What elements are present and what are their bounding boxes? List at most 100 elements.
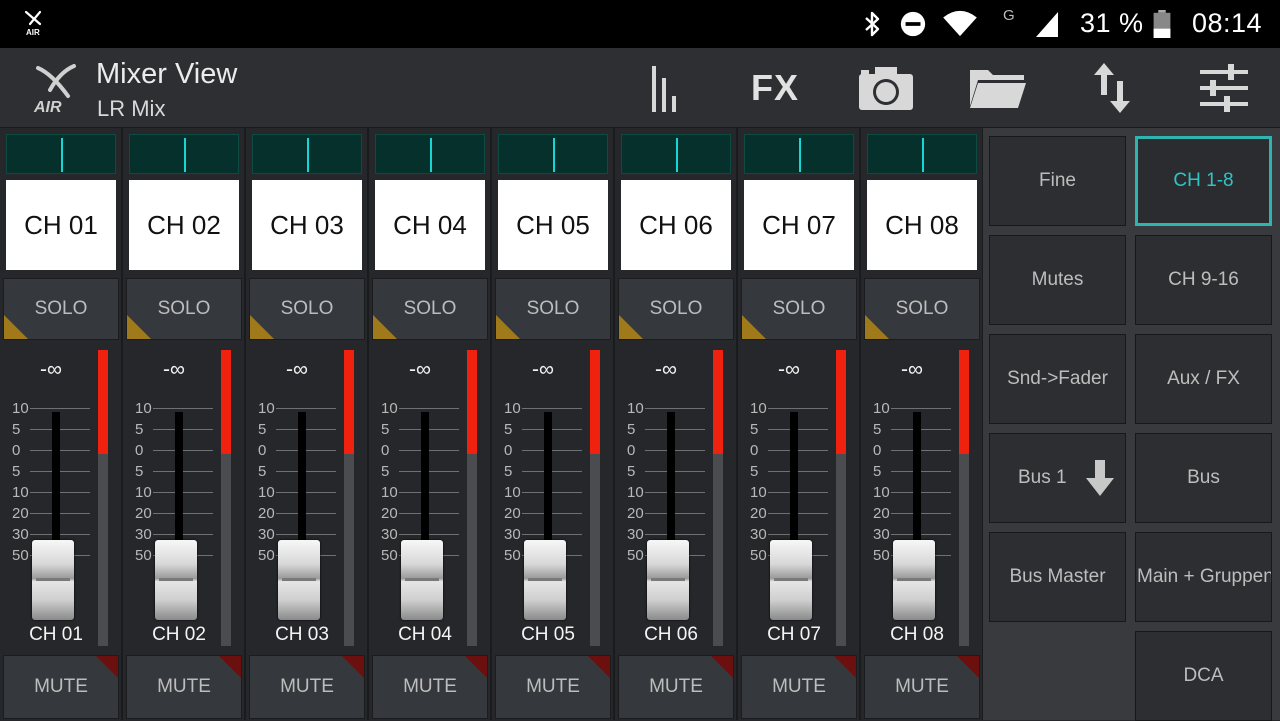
bus-master-button[interactable]: Bus Master	[989, 532, 1126, 622]
mute-indicator	[957, 656, 979, 678]
pan-indicator	[307, 138, 309, 172]
mute-button[interactable]: MUTE	[372, 655, 488, 719]
channel-strip: CH 04 SOLO -∞ 10 5 0 5 10 20 30 50 CH 04…	[369, 128, 492, 720]
scale-tick-label: 0	[135, 442, 144, 459]
settings-button[interactable]	[1194, 60, 1254, 116]
pan-meter[interactable]	[252, 134, 362, 174]
channel-name-box[interactable]: CH 06	[621, 180, 731, 270]
scale-tick-label: 30	[504, 526, 521, 543]
scale-tick-line	[768, 534, 828, 535]
pan-indicator	[799, 138, 801, 172]
fader-area: -∞ 10 5 0 5 10 20	[615, 346, 738, 652]
scale-tick-line	[768, 492, 828, 493]
scale-tick-line	[768, 429, 828, 430]
pan-meter[interactable]	[129, 134, 239, 174]
scale-tick-line	[399, 492, 459, 493]
channel-name-box[interactable]: CH 02	[129, 180, 239, 270]
pan-meter[interactable]	[621, 134, 731, 174]
fader-knob-grip	[651, 578, 685, 581]
solo-button[interactable]: SOLO	[126, 278, 242, 340]
mute-button[interactable]: MUTE	[495, 655, 611, 719]
solo-button[interactable]: SOLO	[741, 278, 857, 340]
channel-strip: CH 08 SOLO -∞ 10 5 0 5 10 20 30 50 CH 08…	[861, 128, 984, 720]
solo-label: SOLO	[157, 298, 211, 319]
scale-tick-line	[645, 492, 705, 493]
level-meter-peak	[959, 350, 969, 454]
channel-name-box[interactable]: CH 01	[6, 180, 116, 270]
sync-button[interactable]	[1082, 60, 1142, 116]
solo-button[interactable]: SOLO	[372, 278, 488, 340]
solo-button[interactable]: SOLO	[618, 278, 734, 340]
mute-button[interactable]: MUTE	[864, 655, 980, 719]
scenes-button[interactable]	[968, 60, 1028, 116]
fader-knob[interactable]	[647, 540, 689, 620]
channel-name-box[interactable]: CH 03	[252, 180, 362, 270]
scale-tick-label: 20	[750, 505, 767, 522]
pan-meter[interactable]	[867, 134, 977, 174]
solo-button[interactable]: SOLO	[249, 278, 365, 340]
channel-name-box[interactable]: CH 05	[498, 180, 608, 270]
scale-tick-label: 10	[135, 484, 152, 501]
mute-button[interactable]: MUTE	[3, 655, 119, 719]
fader-value: -∞	[286, 358, 308, 381]
channel-name-box[interactable]: CH 04	[375, 180, 485, 270]
scale-tick-line	[276, 450, 336, 451]
mute-indicator	[834, 656, 856, 678]
bank-main-groups-button[interactable]: Main + Gruppen	[1135, 532, 1272, 622]
fx-button[interactable]: FX	[745, 60, 805, 116]
scale-tick-line	[30, 513, 90, 514]
bus-select-button[interactable]: Bus 1	[989, 433, 1126, 523]
solo-label: SOLO	[280, 298, 334, 319]
level-meter	[98, 350, 108, 646]
scale-tick-line	[645, 429, 705, 430]
fader-knob[interactable]	[32, 540, 74, 620]
mute-button[interactable]: MUTE	[741, 655, 857, 719]
scale-tick-label: 30	[12, 526, 29, 543]
channel-label: CH 05	[521, 624, 575, 645]
level-meter-peak	[344, 350, 354, 454]
scale-tick-label: 5	[627, 421, 636, 438]
mute-button[interactable]: MUTE	[249, 655, 365, 719]
fader-knob[interactable]	[155, 540, 197, 620]
scale-tick-label: 10	[873, 484, 890, 501]
bank-ch-1-8-button[interactable]: CH 1-8	[1135, 136, 1272, 226]
fader-knob[interactable]	[770, 540, 812, 620]
pan-meter[interactable]	[744, 134, 854, 174]
fader-knob-grip	[36, 578, 70, 581]
scale-tick-line	[153, 492, 213, 493]
bank-dca-button[interactable]: DCA	[1135, 631, 1272, 721]
mute-label: MUTE	[34, 676, 88, 697]
fader-knob[interactable]	[401, 540, 443, 620]
snapshot-button[interactable]	[856, 60, 916, 116]
fader-knob[interactable]	[893, 540, 935, 620]
scale-tick-label: 10	[504, 484, 521, 501]
battery-percent: 31 %	[1080, 8, 1144, 38]
solo-button[interactable]: SOLO	[864, 278, 980, 340]
bank-bus-button[interactable]: Bus	[1135, 433, 1272, 523]
pan-meter[interactable]	[375, 134, 485, 174]
scale-tick-label: 5	[258, 463, 267, 480]
pan-meter[interactable]	[6, 134, 116, 174]
fine-button[interactable]: Fine	[989, 136, 1126, 226]
bank-aux-fx-button[interactable]: Aux / FX	[1135, 334, 1272, 424]
mutes-button[interactable]: Mutes	[989, 235, 1126, 325]
fader-knob-grip	[774, 578, 808, 581]
fader-knob[interactable]	[524, 540, 566, 620]
level-meter-peak	[467, 350, 477, 454]
mute-button[interactable]: MUTE	[618, 655, 734, 719]
fader-value: -∞	[40, 358, 62, 381]
channel-name-box[interactable]: CH 07	[744, 180, 854, 270]
solo-button[interactable]: SOLO	[495, 278, 611, 340]
scale-tick-line	[276, 513, 336, 514]
channel-name-box[interactable]: CH 08	[867, 180, 977, 270]
bank-ch-9-16-button[interactable]: CH 9-16	[1135, 235, 1272, 325]
scale-tick-line	[891, 534, 951, 535]
mute-button[interactable]: MUTE	[126, 655, 242, 719]
meters-button[interactable]	[634, 60, 694, 116]
pan-meter[interactable]	[498, 134, 608, 174]
scale-tick-label: 5	[627, 463, 636, 480]
sends-on-fader-button[interactable]: Snd->Fader	[989, 334, 1126, 424]
solo-button[interactable]: SOLO	[3, 278, 119, 340]
fader-knob[interactable]	[278, 540, 320, 620]
level-meter	[467, 350, 477, 646]
